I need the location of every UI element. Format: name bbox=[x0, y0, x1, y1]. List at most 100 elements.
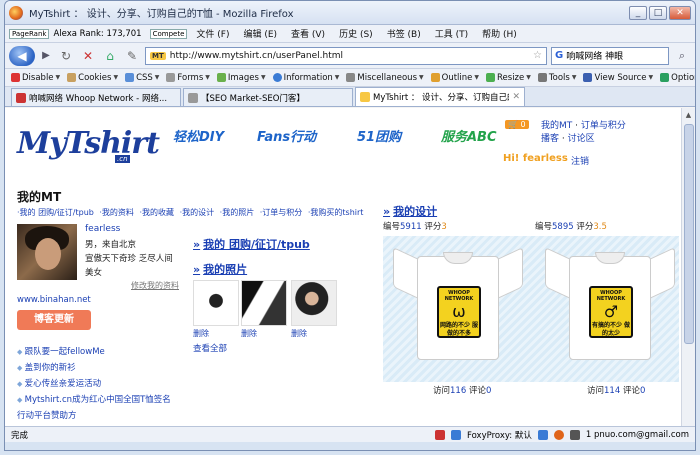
web-icon[interactable] bbox=[537, 429, 548, 440]
url-input[interactable]: http://www.mytshirt.cn/userPanel.html bbox=[170, 51, 529, 61]
toolbar-information[interactable]: Information ▼ bbox=[272, 73, 339, 83]
profile-tab-orders[interactable]: ·订单与积分 bbox=[260, 208, 303, 217]
toolbar-outline[interactable]: Outline ▼ bbox=[430, 73, 479, 83]
toolbar-miscellaneous[interactable]: Miscellaneous ▼ bbox=[346, 73, 424, 83]
maximize-button[interactable]: □ bbox=[649, 5, 667, 20]
group-buy-heading[interactable]: » 我的 团购/征订/tpub bbox=[193, 236, 310, 252]
pencil-icon[interactable]: ✎ bbox=[123, 47, 141, 65]
toolbar-forms[interactable]: Forms ▼ bbox=[166, 73, 210, 83]
menu-view[interactable]: 查看 (V) bbox=[286, 27, 330, 40]
tab-close-icon[interactable]: ✕ bbox=[512, 92, 520, 102]
alexa-rank[interactable]: Alexa Rank: 173,701 bbox=[53, 29, 141, 39]
pagerank-badge[interactable]: PageRank bbox=[9, 28, 50, 39]
menu-history[interactable]: 历史 (S) bbox=[334, 27, 378, 40]
toolbar-cookies[interactable]: Cookies ▼ bbox=[67, 73, 118, 83]
view-source-icon bbox=[583, 73, 593, 82]
toolbar-view-source[interactable]: View Source ▼ bbox=[583, 73, 653, 83]
news-list: 跟队要一起fellowMe 盖到你的新衫 爱心传丝亲爱运活动 Mytshirt.… bbox=[17, 344, 171, 424]
gmail-status[interactable]: 1 pnuo.com@gmail.com bbox=[586, 430, 689, 440]
forward-button[interactable]: ▶ bbox=[39, 47, 53, 65]
tshirt-design[interactable]: WHOOP NETWORK ♂ 有搞的不少 做的太少 bbox=[545, 242, 675, 362]
tab-seo-market[interactable]: 【SEO Market-SEO门客】 bbox=[183, 88, 353, 106]
photo-thumbnail[interactable] bbox=[241, 280, 287, 326]
profile-tab-favorites[interactable]: ·我的收藏 bbox=[139, 208, 174, 217]
stop-icon[interactable]: ✕ bbox=[79, 47, 97, 65]
delete-photo-link[interactable]: 删除 bbox=[193, 328, 209, 339]
profile-tab-purchased[interactable]: ·我购买的tshirt bbox=[308, 208, 364, 217]
list-item[interactable]: 盖到你的新衫 bbox=[17, 360, 171, 376]
cart-icon[interactable]: 🛒 0 bbox=[505, 120, 529, 129]
profile-tab-info[interactable]: ·我的资料 bbox=[99, 208, 134, 217]
cookie-icon bbox=[67, 73, 77, 82]
menu-file[interactable]: 文件 (F) bbox=[191, 27, 234, 40]
toolbar-disable[interactable]: Disable ▼ bbox=[11, 73, 60, 83]
firefox-logo-icon bbox=[9, 5, 23, 20]
url-bar[interactable]: MT http://www.mytshirt.cn/userPanel.html… bbox=[145, 46, 547, 65]
compete-badge[interactable]: Compete bbox=[149, 28, 188, 39]
addon-icon[interactable] bbox=[435, 429, 446, 440]
link-forum[interactable]: 讨论区 bbox=[568, 134, 595, 144]
scroll-thumb[interactable] bbox=[684, 124, 694, 344]
toolbar-resize[interactable]: Resize ▼ bbox=[486, 73, 531, 83]
toolbar-options[interactable]: Options▼ bbox=[660, 73, 695, 83]
mail-icon[interactable] bbox=[569, 429, 580, 440]
home-icon[interactable]: ⌂ bbox=[101, 47, 119, 65]
view-all-photos-link[interactable]: 查看全部 bbox=[193, 342, 227, 354]
toolbar-tools[interactable]: Tools ▼ bbox=[537, 73, 576, 83]
toolbar-css[interactable]: CSS ▼ bbox=[125, 73, 159, 83]
minimize-button[interactable]: _ bbox=[629, 5, 647, 20]
photo-thumbnail[interactable] bbox=[291, 280, 337, 326]
search-box[interactable]: G 响喊网络 神眼 bbox=[551, 46, 669, 65]
list-item[interactable]: 行动平台赞助方 bbox=[17, 408, 171, 424]
scroll-up-icon[interactable]: ▲ bbox=[682, 108, 695, 122]
close-button[interactable]: ✕ bbox=[669, 5, 691, 20]
nav-fans[interactable]: Fans行动 bbox=[257, 126, 316, 145]
tab-mytshirt[interactable]: MyTshirt ： 设计、分享、订购自己的... ✕ bbox=[355, 87, 525, 106]
tab-whoop-network[interactable]: 响喊网络 Whoop Network - 网络... bbox=[11, 88, 181, 106]
logout-link[interactable]: 注销 bbox=[571, 154, 589, 167]
foxyproxy-status[interactable]: FoxyProxy: 默认 bbox=[467, 429, 532, 441]
edit-profile-link[interactable]: 修改我的资料 bbox=[131, 280, 179, 291]
menu-bookmarks[interactable]: 书签 (B) bbox=[382, 27, 426, 40]
link-my-mt[interactable]: 我的MT bbox=[541, 121, 572, 131]
site-logo[interactable]: MyTshirt bbox=[17, 126, 160, 161]
search-input[interactable]: 响喊网络 神眼 bbox=[566, 49, 623, 62]
bookmark-star-icon[interactable]: ☆ bbox=[533, 50, 542, 61]
sync-icon[interactable] bbox=[451, 429, 462, 440]
list-item[interactable]: Mytshirt.cn成为红心中国全国T恤签名 bbox=[17, 392, 171, 408]
back-button[interactable]: ◀ bbox=[9, 45, 35, 66]
avatar[interactable] bbox=[17, 224, 77, 280]
section-title-my-mt: 我的MT bbox=[17, 190, 62, 204]
menu-tools[interactable]: 工具 (T) bbox=[430, 27, 473, 40]
my-designs-heading[interactable]: » 我的设计 bbox=[383, 203, 437, 219]
list-item[interactable]: 爱心传丝亲爱运活动 bbox=[17, 376, 171, 392]
list-item[interactable]: 跟队要一起fellowMe bbox=[17, 344, 171, 360]
tshirt-design[interactable]: WHOOP NETWORK ω 网路的不少 服做的不多 bbox=[393, 242, 523, 362]
nav-service[interactable]: 服务ABC bbox=[441, 126, 497, 145]
link-podcast[interactable]: 播客 bbox=[541, 134, 559, 144]
delete-photo-link[interactable]: 删除 bbox=[291, 328, 307, 339]
menu-help[interactable]: 帮助 (H) bbox=[477, 27, 522, 40]
site-favicon-icon: MT bbox=[150, 51, 166, 60]
vertical-scrollbar[interactable]: ▲ bbox=[681, 108, 695, 426]
reload-icon[interactable]: ↻ bbox=[57, 47, 75, 65]
profile-tab-group[interactable]: ·我的 团购/征订/tpub bbox=[17, 208, 94, 217]
google-icon[interactable]: G bbox=[555, 50, 563, 61]
delete-photo-link[interactable]: 删除 bbox=[241, 328, 257, 339]
profile-tab-photos[interactable]: ·我的照片 bbox=[220, 208, 255, 217]
menu-edit[interactable]: 编辑 (E) bbox=[238, 27, 282, 40]
blog-url-link[interactable]: www.binahan.net bbox=[17, 295, 91, 305]
nav-group-buy[interactable]: 51团购 bbox=[357, 126, 401, 145]
link-orders-points[interactable]: 订单与积分 bbox=[581, 121, 626, 131]
blog-update-button[interactable]: 博客更新 bbox=[17, 310, 91, 330]
my-photos-heading[interactable]: » 我的照片 bbox=[193, 261, 247, 277]
firefox-icon[interactable] bbox=[553, 429, 564, 440]
nav-diy[interactable]: 轻松DIY bbox=[173, 126, 224, 145]
profile-username[interactable]: fearless bbox=[85, 224, 120, 234]
photo-thumbnail[interactable] bbox=[193, 280, 239, 326]
search-go-icon[interactable]: ⌕ bbox=[673, 47, 691, 65]
profile-tab-designs[interactable]: ·我的设计 bbox=[180, 208, 215, 217]
toolbar-images[interactable]: Images ▼ bbox=[216, 73, 266, 83]
design-meta: 编号5911 评分3 bbox=[383, 222, 447, 232]
profile-tabs: ·我的 团购/征订/tpub ·我的资料 ·我的收藏 ·我的设计 ·我的照片 ·… bbox=[17, 207, 366, 218]
